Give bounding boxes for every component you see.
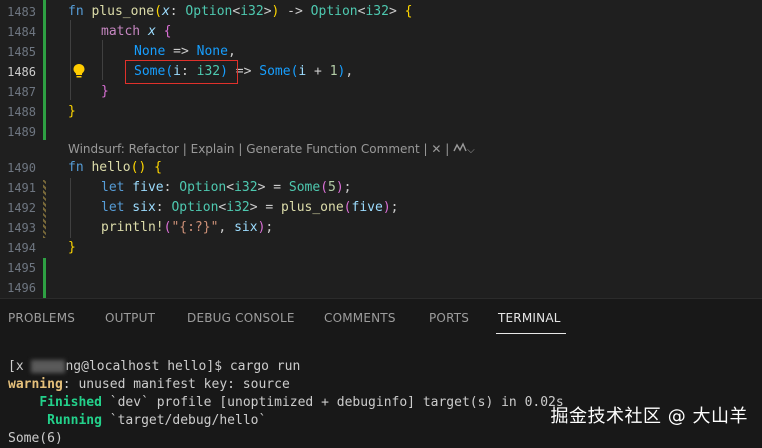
line-number: 1487 [7,85,36,99]
line-number: 1496 [7,281,36,295]
active-tab-indicator [496,333,566,334]
line-number: 1490 [7,161,36,175]
code-line[interactable]: 1496 [0,278,762,298]
tab-output[interactable]: OUTPUT [105,311,155,325]
code-line[interactable]: 1494 } [0,238,762,258]
chevron-down-icon[interactable]: ⌵ [467,145,475,156]
line-number: 1493 [7,221,36,235]
tab-ports[interactable]: PORTS [429,311,469,325]
terminal-output-line: Some(6) [8,431,63,446]
code-line[interactable]: 1488 } [0,102,762,122]
line-number: 1492 [7,201,36,215]
code-line[interactable]: 1484 match x { [0,22,762,42]
line-number: 1495 [7,261,36,275]
windsurf-icon[interactable] [453,142,467,154]
code-line[interactable]: 1487 } [0,82,762,102]
redacted-username [31,360,66,373]
code-line[interactable]: 1490 fn hello() { [0,158,762,178]
tab-debug-console[interactable]: DEBUG CONSOLE [187,311,295,325]
windsurf-codelens[interactable]: Windsurf: Refactor | Explain | Generate … [68,140,475,158]
code-line-active[interactable]: 1486 Some(i: i32) => Some(i + 1), [0,62,762,82]
watermark: 掘金技术社区 @ 大山羊 [550,406,748,427]
code-text: println!("{:?}", six); [101,220,274,235]
code-line[interactable]: 1489 [0,122,762,142]
tab-comments[interactable]: COMMENTS [324,311,396,325]
line-number: 1483 [7,5,36,19]
line-number: 1484 [7,25,36,39]
terminal-prompt-line: [x ng@localhost hello]$ cargo run [8,359,301,374]
code-editor[interactable]: 1483 fn plus_one(x: Option<i32>) -> Opti… [0,0,762,298]
code-text: let five: Option<i32> = Some(5); [101,180,352,195]
line-number: 1485 [7,45,36,59]
code-text: fn hello() { [68,160,162,175]
terminal-finished-line: Finished `dev` profile [unoptimized + de… [39,395,564,410]
tab-terminal[interactable]: TERMINAL [498,311,561,325]
line-number: 1486 [7,65,36,79]
code-line[interactable]: 1492 let six: Option<i32> = plus_one(fiv… [0,198,762,218]
codelens-text[interactable]: Windsurf: Refactor | Explain | Generate … [68,142,449,156]
code-text: match x { [101,24,172,39]
line-number: 1489 [7,125,36,139]
code-text: } [68,104,76,119]
code-line[interactable]: 1483 fn plus_one(x: Option<i32>) -> Opti… [0,2,762,22]
terminal-panel[interactable]: [x ng@localhost hello]$ cargo run warnin… [0,342,762,448]
line-number: 1488 [7,105,36,119]
code-line[interactable]: 1485 None => None, [0,42,762,62]
code-line[interactable]: 1491 let five: Option<i32> = Some(5); [0,178,762,198]
code-text: let six: Option<i32> = plus_one(five); [101,200,399,215]
code-text: } [101,84,109,99]
code-text: } [68,240,76,255]
code-line[interactable]: 1493 println!("{:?}", six); [0,218,762,238]
terminal-running-line: Running `target/debug/hello` [47,413,267,428]
highlight-box [125,60,238,84]
terminal-warning-line: warning: unused manifest key: source [8,377,290,392]
lightbulb-icon[interactable] [72,63,86,79]
line-number: 1494 [7,241,36,255]
panel-tab-bar: PROBLEMS OUTPUT DEBUG CONSOLE COMMENTS P… [0,298,762,343]
code-text: fn plus_one(x: Option<i32>) -> Option<i3… [68,4,413,19]
code-text: None => None, [134,44,236,59]
tab-problems[interactable]: PROBLEMS [8,311,75,325]
line-number: 1491 [7,181,36,195]
code-line[interactable]: 1495 [0,258,762,278]
